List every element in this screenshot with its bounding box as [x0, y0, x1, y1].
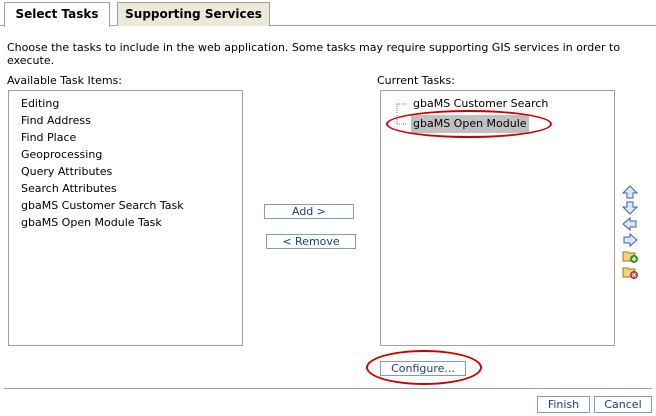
add-task-button[interactable]: Add >: [264, 204, 354, 219]
footer-divider: [4, 388, 652, 389]
list-item-gbams-open-module-task[interactable]: gbaMS Open Module Task: [21, 214, 242, 231]
current-tasks-label: Current Tasks:: [377, 74, 455, 87]
highlight-ellipse-open-module: [386, 110, 552, 138]
move-left-icon[interactable]: [622, 217, 638, 231]
list-item-editing[interactable]: Editing: [21, 95, 242, 112]
add-folder-icon[interactable]: [622, 249, 638, 263]
available-task-items-list[interactable]: Editing Find Address Find Place Geoproce…: [8, 90, 243, 346]
instructions-text: Choose the tasks to include in the web a…: [7, 41, 621, 67]
list-item-geoprocessing[interactable]: Geoprocessing: [21, 146, 242, 163]
tree-connector-icon: [396, 103, 407, 113]
tab-supporting-services[interactable]: Supporting Services: [117, 2, 270, 26]
configure-button[interactable]: Configure...: [380, 361, 466, 376]
remove-task-button[interactable]: < Remove: [266, 234, 356, 249]
tab-select-tasks[interactable]: Select Tasks: [4, 2, 110, 27]
list-item-find-place[interactable]: Find Place: [21, 129, 242, 146]
move-down-icon[interactable]: [622, 201, 638, 215]
remove-folder-icon[interactable]: [622, 265, 638, 279]
list-item-gbams-customer-search-task[interactable]: gbaMS Customer Search Task: [21, 197, 242, 214]
move-up-icon[interactable]: [622, 185, 638, 199]
list-item-find-address[interactable]: Find Address: [21, 112, 242, 129]
available-task-items-label: Available Task Items:: [7, 74, 123, 87]
finish-button[interactable]: Finish: [537, 396, 590, 413]
list-item-query-attributes[interactable]: Query Attributes: [21, 163, 242, 180]
move-right-icon[interactable]: [622, 233, 638, 247]
cancel-button[interactable]: Cancel: [594, 396, 652, 413]
list-item-search-attributes[interactable]: Search Attributes: [21, 180, 242, 197]
